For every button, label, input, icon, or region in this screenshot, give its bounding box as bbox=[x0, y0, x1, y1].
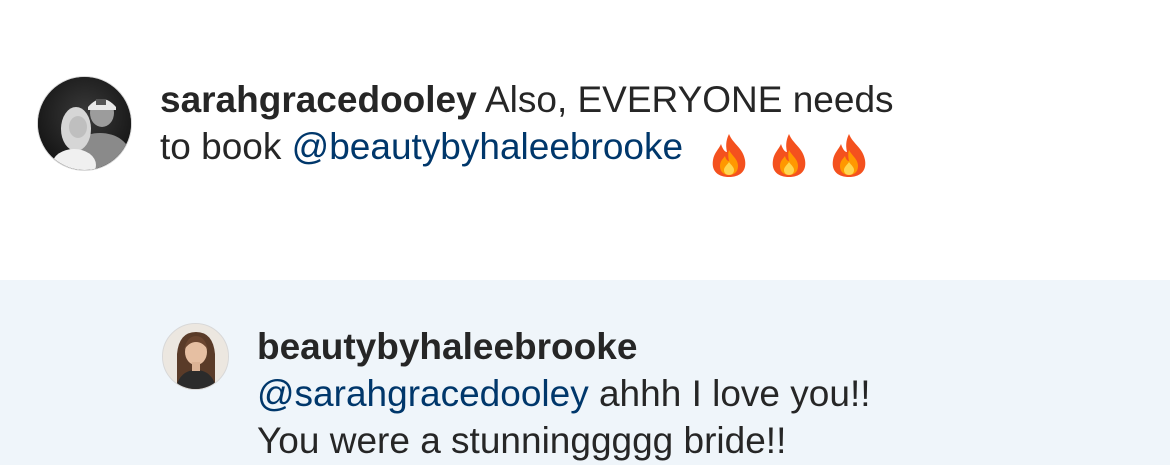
fire-icon bbox=[833, 134, 866, 178]
reply-line-2: You were a stunninggggg bride!! bbox=[257, 420, 787, 461]
commenter-username[interactable]: sarahgracedooley bbox=[160, 79, 477, 120]
reply-text-line1: ahhh I love you!! bbox=[598, 373, 871, 414]
comment-body: sarahgracedooley Also, EVERYONE needs to… bbox=[160, 76, 894, 178]
reply-body: @sarahgracedooley ahhh I love you!! You … bbox=[257, 370, 871, 464]
comment-line-2: to book @beautybyhaleebrooke bbox=[160, 123, 894, 178]
reply-line-1: @sarahgracedooley ahhh I love you!! bbox=[257, 370, 871, 417]
profile-photo-couple bbox=[38, 77, 131, 170]
fire-icon bbox=[713, 134, 746, 178]
fire-icon bbox=[773, 134, 806, 178]
replier-avatar[interactable] bbox=[162, 323, 229, 390]
comment-thread: sarahgracedooley Also, EVERYONE needs to… bbox=[0, 0, 1170, 465]
comment-mention-link[interactable]: @beautybyhaleebrooke bbox=[292, 126, 683, 167]
comment-line-1: sarahgracedooley Also, EVERYONE needs bbox=[160, 76, 894, 123]
replier-username[interactable]: beautybyhaleebrooke bbox=[257, 323, 637, 370]
fire-emoji-row bbox=[707, 129, 887, 178]
profile-photo-woman bbox=[163, 324, 228, 389]
comment-text-line2: to book bbox=[160, 126, 282, 167]
reply-mention-link[interactable]: @sarahgracedooley bbox=[257, 373, 589, 414]
comment-meta-row bbox=[160, 196, 680, 236]
comment-text-line1: Also, EVERYONE needs bbox=[484, 79, 894, 120]
commenter-avatar[interactable] bbox=[37, 76, 132, 171]
